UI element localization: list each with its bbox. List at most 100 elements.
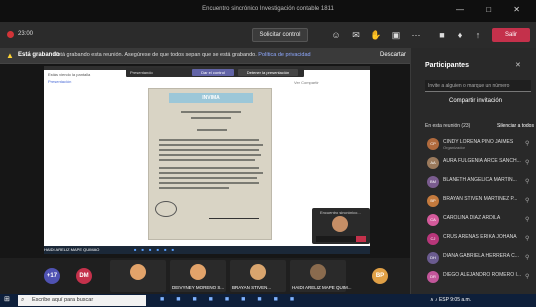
- participant-name: DIANA GABRIELA HERRERA C...: [443, 253, 519, 259]
- mic-muted-icon: ⚲: [525, 198, 530, 204]
- leave-button[interactable]: Salir: [492, 28, 530, 42]
- people-icon[interactable]: ☺: [330, 29, 342, 41]
- document-line: [159, 167, 259, 169]
- leave-label: Salir: [504, 32, 517, 38]
- shared-window-title: Estás viendo la pantalla: [48, 72, 91, 77]
- participant-name: DIEGO ALEJANDRO ROMERO I...: [443, 272, 522, 278]
- participant-name: CRUS ARENAS ERIKA JOHANA: [443, 234, 517, 240]
- chat-icon[interactable]: ✉: [350, 29, 362, 41]
- meeting-toolbar: 23:00 Solicitar control ☺ ✉ ✋ ▣ ⋯ ■ ♦ ↑ …: [0, 22, 536, 48]
- avatar: DH: [427, 252, 439, 264]
- video-tile[interactable]: HAIDI ARELIZ MAPE QUIM...: [290, 260, 352, 292]
- meeting-timer: 23:00: [18, 31, 34, 37]
- participant-avatar: [130, 264, 146, 280]
- participant-name: BLANETH ANGELICA MARTIN...: [443, 177, 517, 183]
- window-controls[interactable]: — □ ✕: [456, 5, 530, 14]
- mini-call-avatar: [332, 216, 348, 232]
- video-gallery: +17 DM DEIVYNEY MORENO S... BRAYAN STIVE…: [0, 258, 410, 294]
- shared-taskbar-name: HAIDI ARELIZ MAPE QUIMAO: [44, 247, 100, 252]
- share-invitation-button[interactable]: Compartir invitación: [449, 98, 502, 104]
- participant-name: DEIVYNEY MORENO S...: [172, 285, 225, 290]
- video-tile[interactable]: BRAYAN STIVEN...: [230, 260, 286, 292]
- document-line: [159, 154, 261, 156]
- mic-muted-icon: ⚲: [525, 236, 530, 242]
- participant-row[interactable]: BM BLANETH ANGELICA MARTIN... ⚲: [425, 174, 535, 190]
- mic-muted-icon: ⚲: [525, 179, 530, 185]
- shared-taskbar-apps-icon: ■ ■ ■ ■ ■ ■: [134, 247, 177, 252]
- document-line: [191, 117, 231, 119]
- participant-avatar: [250, 264, 266, 280]
- participant-row[interactable]: AA AURA FULGENIA ARCE SANCH... ⚲: [425, 155, 535, 171]
- avatar: BP: [427, 195, 439, 207]
- participant-name: BRAYAN STIVEN...: [232, 285, 272, 290]
- document-signature: [209, 209, 259, 219]
- presenting-bar: Presentando Dar el control Detener la pr…: [126, 68, 304, 77]
- recording-indicator-icon: [7, 31, 14, 38]
- document-line: [159, 159, 255, 161]
- avatar: BM: [427, 176, 439, 188]
- participant-name: AURA FULGENIA ARCE SANCH...: [443, 158, 521, 164]
- participants-title: Participantes: [425, 62, 469, 69]
- mini-call-title: Encuentro sincrónico...: [320, 210, 361, 215]
- shared-tab: Presentación: [48, 79, 72, 84]
- video-tile[interactable]: DEIVYNEY MORENO S...: [170, 260, 226, 292]
- shared-screen: Estás viendo la pantalla Presentación Pr…: [44, 66, 370, 246]
- taskbar-apps-icon[interactable]: ■■■■■■■■■: [160, 296, 306, 303]
- avatar: AA: [427, 157, 439, 169]
- mute-all-button[interactable]: Silenciar a todos: [497, 123, 534, 129]
- participant-avatar: [310, 264, 326, 280]
- privacy-link[interactable]: Política de privacidad: [258, 52, 310, 58]
- participant-row[interactable]: BP BRAYAN STIVEN MARTINEZ P... ⚲: [425, 193, 535, 209]
- mic-muted-icon: ⚲: [525, 255, 530, 261]
- presenting-label: Presentando: [130, 70, 153, 75]
- camera-icon[interactable]: ■: [436, 29, 448, 41]
- reaction-icon[interactable]: ✋: [370, 29, 382, 41]
- avatar-dm: DM: [76, 268, 92, 284]
- request-control-button[interactable]: Solicitar control: [252, 28, 308, 42]
- participant-name: CAROLINA DIAZ ARDILA: [443, 215, 501, 221]
- rooms-icon[interactable]: ▣: [390, 29, 402, 41]
- participant-row[interactable]: DR DIEGO ALEJANDRO ROMERO I... ⚲: [425, 269, 535, 285]
- participant-row[interactable]: CA CAROLINA DIAZ ARDILA ⚲: [425, 212, 535, 228]
- mic-icon[interactable]: ♦: [454, 29, 466, 41]
- participant-role: Organizador: [443, 145, 466, 150]
- more-icon[interactable]: ⋯: [410, 29, 422, 41]
- close-icon[interactable]: ✕: [515, 61, 521, 69]
- shared-taskbar: HAIDI ARELIZ MAPE QUIMAO ■ ■ ■ ■ ■ ■: [44, 246, 370, 254]
- mic-muted-icon: ⚲: [525, 160, 530, 166]
- participant-name: BRAYAN STIVEN MARTINEZ P...: [443, 196, 518, 202]
- document-line: [159, 187, 229, 189]
- document-line: [159, 144, 263, 146]
- document-line: [159, 149, 259, 151]
- mic-muted-icon: ⚲: [525, 217, 530, 223]
- in-meeting-section[interactable]: En esta reunión (23): [425, 123, 470, 129]
- participant-row[interactable]: DH DIANA GABRIELA HERRERA C... ⚲: [425, 250, 535, 266]
- avatar: CP: [427, 138, 439, 150]
- document-header: INVIMA: [169, 93, 253, 103]
- document-line: [159, 172, 263, 174]
- mini-call-leave-icon: [356, 236, 366, 242]
- dismiss-button[interactable]: Descartar: [380, 52, 406, 58]
- avatar-bp: BP: [372, 268, 388, 284]
- system-tray: ∧ ♪ ESP 9:05 a.m.: [430, 297, 472, 303]
- recording-banner-message: Está grabando esta reunión. Asegúrese de…: [54, 52, 311, 58]
- participant-row[interactable]: CP CINDY LORENA PINO JAIMES Organizador ⚲: [425, 136, 535, 152]
- participant-name: HAIDI ARELIZ MAPE QUIM...: [292, 285, 352, 290]
- avatar: CA: [427, 214, 439, 226]
- invite-search-input[interactable]: Invite a alguien o marque un número: [425, 80, 531, 92]
- document-stamp: [155, 201, 177, 217]
- overflow-participants-badge[interactable]: +17: [44, 268, 60, 284]
- windows-search-input[interactable]: ⌕ Escribe aquí para buscar: [18, 295, 146, 306]
- mic-muted-icon: ⚲: [525, 274, 530, 280]
- warning-icon: ▲: [6, 51, 14, 60]
- document-line: [159, 182, 259, 184]
- avatar: DR: [427, 271, 439, 283]
- participant-row[interactable]: CJ CRUS ARENAS ERIKA JOHANA ⚲: [425, 231, 535, 247]
- windows-start-icon[interactable]: ⊞: [4, 296, 12, 304]
- share-icon[interactable]: ↑: [472, 29, 484, 41]
- stop-presenting-button: Detener la presentación: [238, 69, 298, 76]
- video-tile[interactable]: [110, 260, 166, 292]
- shared-right-links: Ver Compartir: [294, 80, 319, 85]
- document-line: [181, 111, 241, 113]
- windows-taskbar: ⊞ ⌕ Escribe aquí para buscar ■■■■■■■■■ ∧…: [0, 294, 536, 307]
